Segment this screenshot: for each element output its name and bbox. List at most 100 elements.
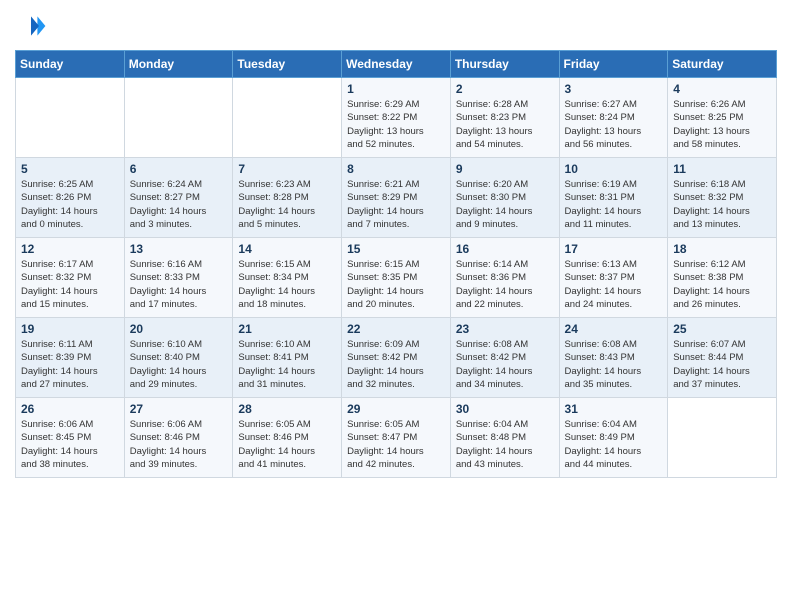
day-info: Sunrise: 6:16 AM Sunset: 8:33 PM Dayligh… [130, 258, 228, 311]
day-info: Sunrise: 6:15 AM Sunset: 8:34 PM Dayligh… [238, 258, 336, 311]
day-number: 5 [21, 162, 119, 176]
day-info: Sunrise: 6:06 AM Sunset: 8:45 PM Dayligh… [21, 418, 119, 471]
calendar-cell: 2 Sunrise: 6:28 AM Sunset: 8:23 PM Daylig… [450, 78, 559, 158]
day-number: 29 [347, 402, 445, 416]
day-info: Sunrise: 6:11 AM Sunset: 8:39 PM Dayligh… [21, 338, 119, 391]
day-info: Sunrise: 6:05 AM Sunset: 8:46 PM Dayligh… [238, 418, 336, 471]
calendar-cell: 17Sunrise: 6:13 AM Sunset: 8:37 PM Dayli… [559, 238, 668, 318]
calendar-week-2: 5 Sunrise: 6:25 AM Sunset: 8:26 PM Daylig… [16, 158, 777, 238]
day-info: Sunrise: 6:05 AM Sunset: 8:47 PM Dayligh… [347, 418, 445, 471]
day-info: Sunrise: 6:04 AM Sunset: 8:49 PM Dayligh… [565, 418, 663, 471]
day-number: 8 [347, 162, 445, 176]
day-info: Sunrise: 6:21 AM Sunset: 8:29 PM Dayligh… [347, 178, 445, 231]
calendar-cell: 29 Sunrise: 6:05 AM Sunset: 8:47 PM Dayli… [342, 398, 451, 478]
day-info: Sunrise: 6:06 AM Sunset: 8:46 PM Dayligh… [130, 418, 228, 471]
day-number: 6 [130, 162, 228, 176]
day-info: Sunrise: 6:12 AM Sunset: 8:38 PM Dayligh… [673, 258, 771, 311]
day-number: 31 [565, 402, 663, 416]
calendar-cell [124, 78, 233, 158]
day-info: Sunrise: 6:19 AM Sunset: 8:31 PM Dayligh… [565, 178, 663, 231]
day-number: 24 [565, 322, 663, 336]
calendar-body: 1 Sunrise: 6:29 AM Sunset: 8:22 PM Daylig… [16, 78, 777, 478]
calendar-cell: 31 Sunrise: 6:04 AM Sunset: 8:49 PM Dayli… [559, 398, 668, 478]
calendar-cell: 22 Sunrise: 6:09 AM Sunset: 8:42 PM Dayli… [342, 318, 451, 398]
day-number: 18 [673, 242, 771, 256]
calendar-cell: 12 Sunrise: 6:17 AM Sunset: 8:32 PM Dayli… [16, 238, 125, 318]
day-number: 14 [238, 242, 336, 256]
day-number: 30 [456, 402, 554, 416]
day-number: 15 [347, 242, 445, 256]
day-info: Sunrise: 6:26 AM Sunset: 8:25 PM Dayligh… [673, 98, 771, 151]
day-info: Sunrise: 6:13 AM Sunset: 8:37 PM Dayligh… [565, 258, 663, 311]
day-number: 28 [238, 402, 336, 416]
day-number: 16 [456, 242, 554, 256]
day-info: Sunrise: 6:25 AM Sunset: 8:26 PM Dayligh… [21, 178, 119, 231]
day-number: 13 [130, 242, 228, 256]
day-number: 2 [456, 82, 554, 96]
day-info: Sunrise: 6:28 AM Sunset: 8:23 PM Dayligh… [456, 98, 554, 151]
day-number: 19 [21, 322, 119, 336]
day-number: 22 [347, 322, 445, 336]
calendar-cell: 18 Sunrise: 6:12 AM Sunset: 8:38 PM Dayli… [668, 238, 777, 318]
day-number: 9 [456, 162, 554, 176]
calendar-cell: 15 Sunrise: 6:15 AM Sunset: 8:35 PM Dayli… [342, 238, 451, 318]
calendar-cell: 20 Sunrise: 6:10 AM Sunset: 8:40 PM Dayli… [124, 318, 233, 398]
calendar-cell: 8 Sunrise: 6:21 AM Sunset: 8:29 PM Daylig… [342, 158, 451, 238]
day-info: Sunrise: 6:08 AM Sunset: 8:43 PM Dayligh… [565, 338, 663, 391]
page: SundayMondayTuesdayWednesdayThursdayFrid… [0, 0, 792, 612]
day-number: 21 [238, 322, 336, 336]
calendar-cell: 4 Sunrise: 6:26 AM Sunset: 8:25 PM Daylig… [668, 78, 777, 158]
calendar-cell: 28 Sunrise: 6:05 AM Sunset: 8:46 PM Dayli… [233, 398, 342, 478]
day-number: 11 [673, 162, 771, 176]
logo [15, 10, 51, 42]
logo-icon [15, 10, 47, 42]
calendar-cell: 11 Sunrise: 6:18 AM Sunset: 8:32 PM Dayli… [668, 158, 777, 238]
day-info: Sunrise: 6:08 AM Sunset: 8:42 PM Dayligh… [456, 338, 554, 391]
day-number: 20 [130, 322, 228, 336]
calendar-cell: 14 Sunrise: 6:15 AM Sunset: 8:34 PM Dayli… [233, 238, 342, 318]
weekday-header-thursday: Thursday [450, 51, 559, 78]
day-number: 1 [347, 82, 445, 96]
calendar-table: SundayMondayTuesdayWednesdayThursdayFrid… [15, 50, 777, 478]
calendar-cell [668, 398, 777, 478]
day-info: Sunrise: 6:07 AM Sunset: 8:44 PM Dayligh… [673, 338, 771, 391]
day-info: Sunrise: 6:09 AM Sunset: 8:42 PM Dayligh… [347, 338, 445, 391]
calendar-cell: 26 Sunrise: 6:06 AM Sunset: 8:45 PM Dayli… [16, 398, 125, 478]
day-info: Sunrise: 6:10 AM Sunset: 8:40 PM Dayligh… [130, 338, 228, 391]
weekday-header-sunday: Sunday [16, 51, 125, 78]
day-number: 25 [673, 322, 771, 336]
day-number: 23 [456, 322, 554, 336]
calendar-cell: 23 Sunrise: 6:08 AM Sunset: 8:42 PM Dayli… [450, 318, 559, 398]
calendar-cell: 24 Sunrise: 6:08 AM Sunset: 8:43 PM Dayli… [559, 318, 668, 398]
day-number: 26 [21, 402, 119, 416]
calendar-cell [16, 78, 125, 158]
calendar-cell: 10 Sunrise: 6:19 AM Sunset: 8:31 PM Dayli… [559, 158, 668, 238]
calendar-week-4: 19 Sunrise: 6:11 AM Sunset: 8:39 PM Dayli… [16, 318, 777, 398]
weekday-header-monday: Monday [124, 51, 233, 78]
day-info: Sunrise: 6:29 AM Sunset: 8:22 PM Dayligh… [347, 98, 445, 151]
weekday-header-tuesday: Tuesday [233, 51, 342, 78]
day-info: Sunrise: 6:17 AM Sunset: 8:32 PM Dayligh… [21, 258, 119, 311]
header [15, 10, 777, 42]
day-number: 3 [565, 82, 663, 96]
weekday-header-row: SundayMondayTuesdayWednesdayThursdayFrid… [16, 51, 777, 78]
day-number: 12 [21, 242, 119, 256]
calendar-cell: 16Sunrise: 6:14 AM Sunset: 8:36 PM Dayli… [450, 238, 559, 318]
calendar-cell: 19 Sunrise: 6:11 AM Sunset: 8:39 PM Dayli… [16, 318, 125, 398]
day-info: Sunrise: 6:27 AM Sunset: 8:24 PM Dayligh… [565, 98, 663, 151]
calendar-week-3: 12 Sunrise: 6:17 AM Sunset: 8:32 PM Dayli… [16, 238, 777, 318]
day-number: 4 [673, 82, 771, 96]
calendar-cell: 5 Sunrise: 6:25 AM Sunset: 8:26 PM Daylig… [16, 158, 125, 238]
calendar-cell: 1 Sunrise: 6:29 AM Sunset: 8:22 PM Daylig… [342, 78, 451, 158]
calendar-cell: 27Sunrise: 6:06 AM Sunset: 8:46 PM Dayli… [124, 398, 233, 478]
calendar-header: SundayMondayTuesdayWednesdayThursdayFrid… [16, 51, 777, 78]
calendar-cell: 25 Sunrise: 6:07 AM Sunset: 8:44 PM Dayli… [668, 318, 777, 398]
day-info: Sunrise: 6:10 AM Sunset: 8:41 PM Dayligh… [238, 338, 336, 391]
day-info: Sunrise: 6:20 AM Sunset: 8:30 PM Dayligh… [456, 178, 554, 231]
day-number: 10 [565, 162, 663, 176]
day-info: Sunrise: 6:18 AM Sunset: 8:32 PM Dayligh… [673, 178, 771, 231]
day-info: Sunrise: 6:23 AM Sunset: 8:28 PM Dayligh… [238, 178, 336, 231]
day-info: Sunrise: 6:15 AM Sunset: 8:35 PM Dayligh… [347, 258, 445, 311]
calendar-cell: 6Sunrise: 6:24 AM Sunset: 8:27 PM Daylig… [124, 158, 233, 238]
weekday-header-friday: Friday [559, 51, 668, 78]
